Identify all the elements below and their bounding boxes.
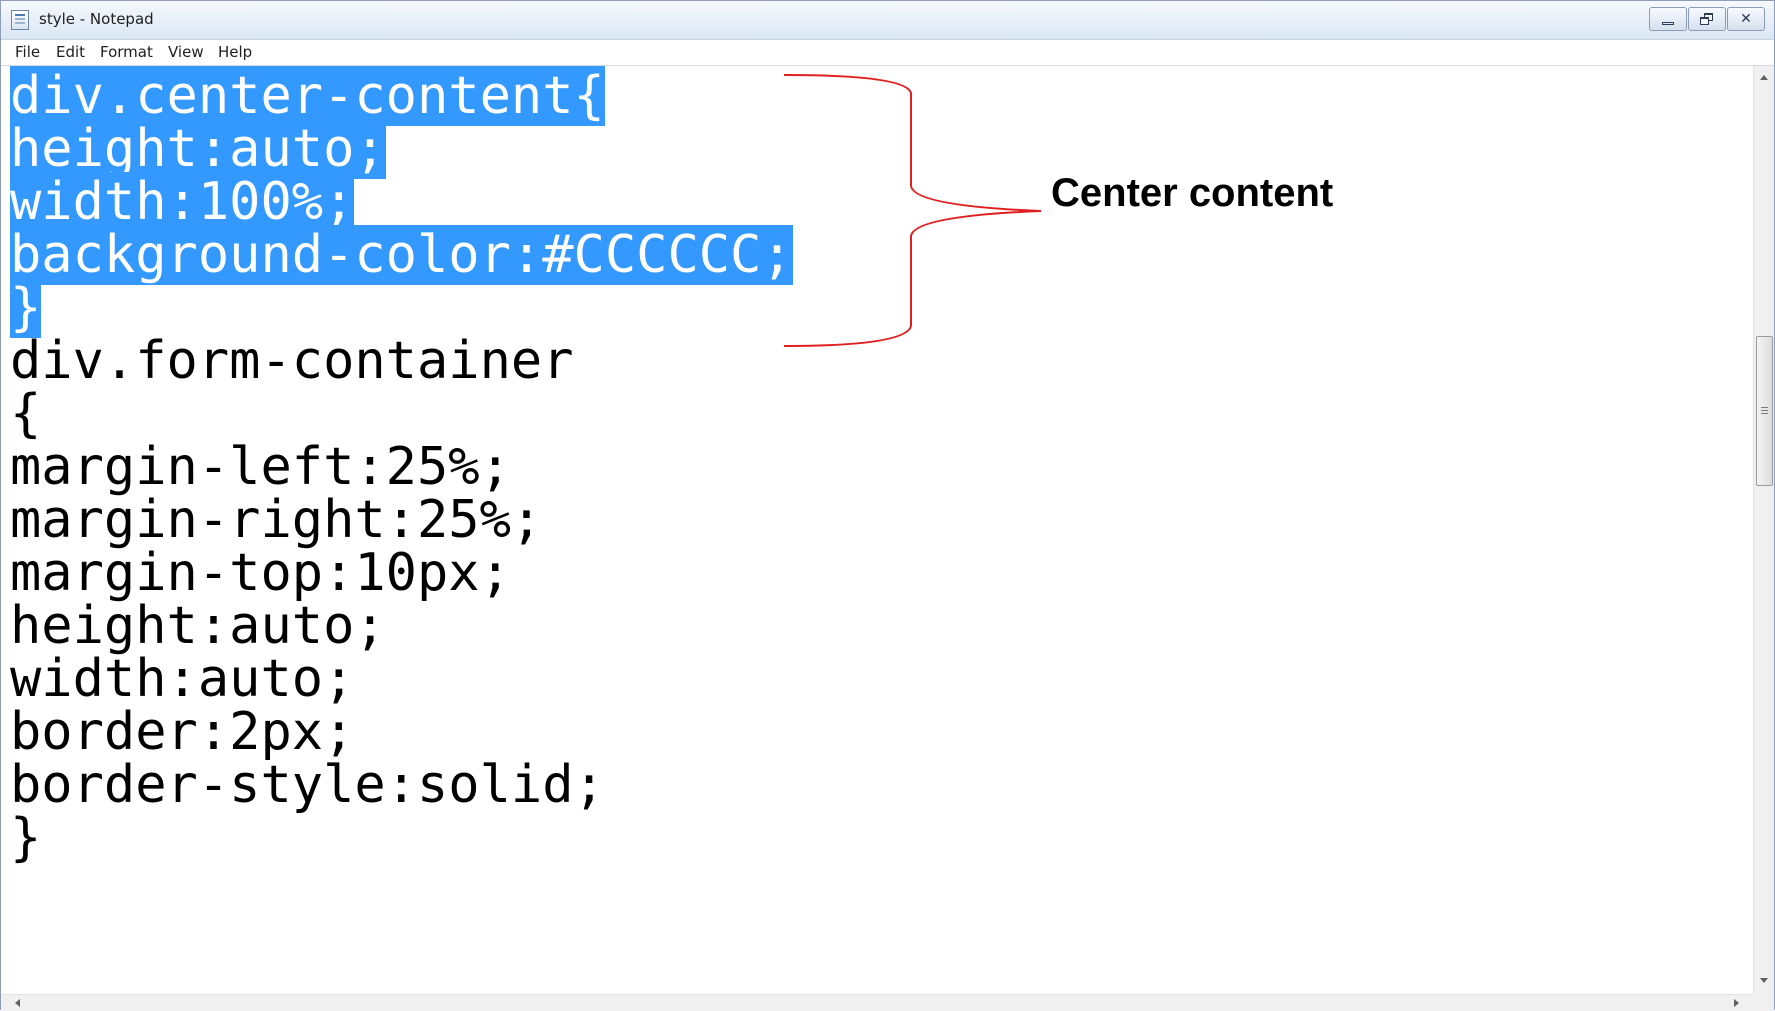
annotation-label: Center content — [1051, 171, 1334, 215]
curly-brace-icon — [783, 74, 1042, 347]
notepad-window: style - Notepad ✕ File Edit Format View … — [0, 0, 1775, 1011]
annotation-brace — [783, 74, 1042, 347]
